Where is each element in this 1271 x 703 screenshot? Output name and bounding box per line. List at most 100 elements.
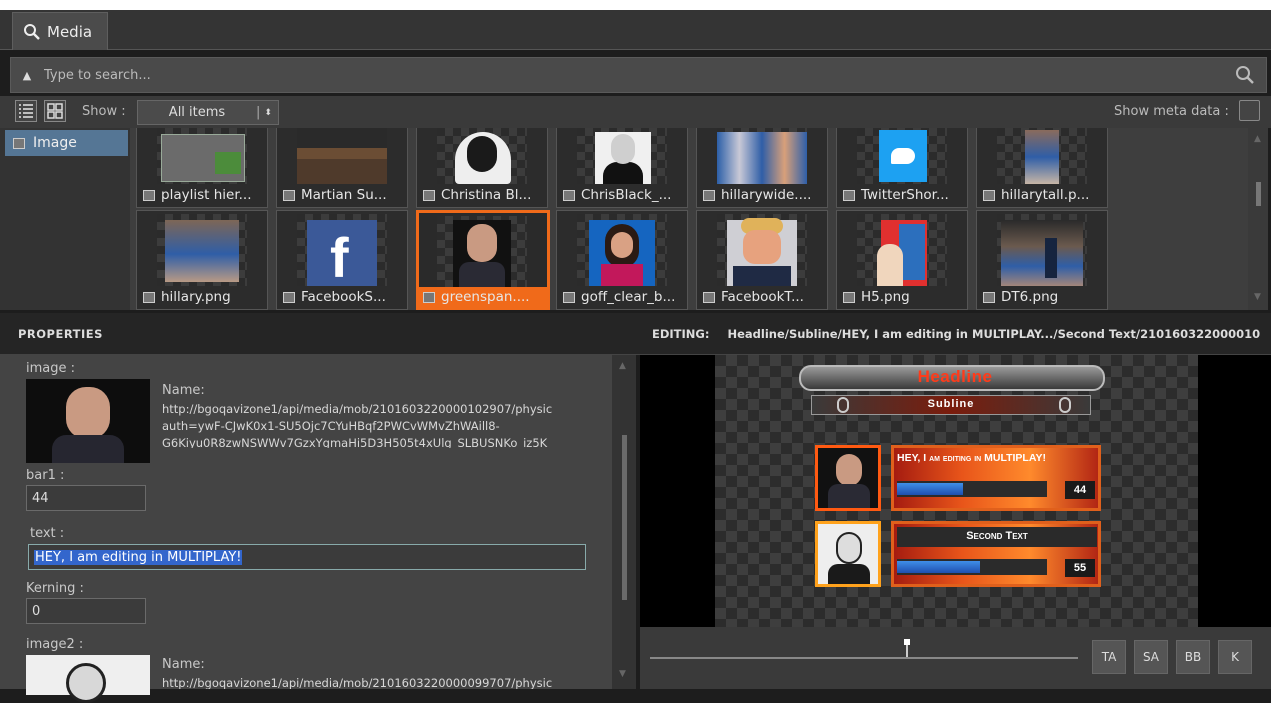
media-tile-selected[interactable]: greenspan....: [416, 210, 550, 310]
editing-path: Headline/Subline/HEY, I am editing in MU…: [727, 326, 1261, 341]
tile-label: TwitterShor...: [861, 187, 949, 203]
thumbnail: [857, 128, 947, 184]
row2-text: Second Text: [966, 530, 1028, 542]
thumbnail: [157, 128, 247, 184]
list-icon: [19, 104, 33, 118]
media-tile[interactable]: playlist hier...: [136, 128, 268, 208]
media-tile[interactable]: Christina Bl...: [416, 128, 548, 208]
thumbnail: [577, 214, 667, 286]
grid-view-button[interactable]: [44, 100, 66, 122]
thumbnail: [577, 128, 667, 184]
media-tile[interactable]: FacebookT...: [696, 210, 828, 310]
row1-bar-fill: [897, 483, 963, 495]
row1-photo: [815, 445, 881, 511]
image-icon: [563, 189, 575, 201]
media-grid: playlist hier... Martian Su... Christina…: [130, 128, 1248, 310]
window-top-strip: [0, 0, 1271, 10]
image-icon: [703, 291, 715, 303]
bracket-right-icon: [1059, 397, 1071, 413]
headline-text: Headline: [917, 367, 993, 386]
search-button[interactable]: [1232, 62, 1258, 88]
image-url-line2: auth=ywF-CJwK0x1-SU5Ojc7CYuHBqf2PWCvWMvZ…: [162, 419, 500, 433]
tile-label: playlist hier...: [161, 187, 252, 203]
media-tile[interactable]: f FacebookS...: [276, 210, 408, 310]
tab-bar: [0, 10, 1271, 50]
scroll-down-icon[interactable]: ▼: [619, 669, 626, 679]
search-input[interactable]: [44, 60, 1224, 90]
media-tile[interactable]: hillary.png: [136, 210, 268, 310]
show-filter-select[interactable]: All items | ⬍: [137, 100, 279, 125]
kerning-field[interactable]: 0: [26, 598, 146, 624]
kerning-label: Kerning :: [26, 581, 84, 596]
image2-name-label: Name:: [162, 657, 205, 672]
timeline-button-ta[interactable]: TA: [1092, 640, 1126, 674]
row2-bar-fill: [897, 561, 980, 573]
image-icon: [283, 291, 295, 303]
tab-media-label: Media: [47, 22, 93, 41]
graphic-canvas[interactable]: Headline Subline HEY, I am editing in MU…: [715, 355, 1198, 627]
row1-text: HEY, I am editing in MULTIPLAY!: [897, 452, 1046, 464]
tile-label: ChrisBlack_...: [581, 187, 672, 203]
timeline-button-sa[interactable]: SA: [1134, 640, 1168, 674]
scroll-up-icon[interactable]: ▲: [619, 361, 626, 371]
properties-scrollbar[interactable]: ▲ ▼: [612, 355, 636, 689]
properties-header: PROPERTIES: [0, 313, 636, 355]
bracket-left-icon: [837, 397, 849, 413]
show-label: Show :: [82, 104, 126, 119]
list-view-button[interactable]: [15, 100, 37, 122]
media-tile[interactable]: hillarytall.p...: [976, 128, 1108, 208]
row1-value: 44: [1065, 481, 1095, 499]
media-tile[interactable]: ChrisBlack_...: [556, 128, 688, 208]
image2-url: http://bgoqavizone1/api/media/mob/210160…: [162, 676, 553, 689]
sort-spinner-icon[interactable]: ▲: [14, 61, 40, 89]
thumbnail: f: [297, 214, 387, 286]
tile-label: H5.png: [861, 289, 910, 305]
image-icon: [423, 189, 435, 201]
image-icon: [143, 291, 155, 303]
scroll-up-icon[interactable]: ▲: [1254, 134, 1261, 144]
media-tile[interactable]: Martian Su...: [276, 128, 408, 208]
image-icon: [143, 189, 155, 201]
text-field[interactable]: HEY, I am editing in MULTIPLAY!: [28, 544, 586, 570]
grid-scrollbar[interactable]: ▲ ▼: [1248, 128, 1268, 310]
magnifier-icon: [1236, 66, 1254, 84]
image-url-line3: G6Kiyu0R8zwNSWWv7GzxYgmaHi5D3H505t4xUlg_…: [162, 436, 548, 448]
grid-icon: [47, 103, 63, 119]
search-icon: [24, 23, 40, 40]
image-label: image :: [26, 361, 76, 376]
timeline-button-bb[interactable]: BB: [1176, 640, 1210, 674]
playhead-line: [906, 645, 908, 657]
show-meta-label: Show meta data :: [1114, 104, 1229, 119]
image2-label: image2 :: [26, 637, 84, 652]
image-icon: [13, 137, 25, 149]
image2-preview[interactable]: [26, 655, 150, 703]
category-item-image[interactable]: Image: [5, 130, 128, 156]
media-tile[interactable]: goff_clear_b...: [556, 210, 688, 310]
tile-label: Martian Su...: [301, 187, 387, 203]
tile-label: greenspan....: [441, 289, 530, 305]
tab-media[interactable]: Media: [12, 12, 108, 50]
image-preview[interactable]: [26, 379, 150, 463]
show-filter-value: All items: [168, 105, 226, 120]
timeline-button-k[interactable]: K: [1218, 640, 1252, 674]
image-icon: [983, 291, 995, 303]
scroll-thumb[interactable]: [1256, 182, 1261, 206]
scroll-down-icon[interactable]: ▼: [1254, 292, 1261, 302]
media-tile[interactable]: hillarywide....: [696, 128, 828, 208]
show-meta-checkbox[interactable]: [1239, 100, 1260, 121]
text-label: text :: [30, 526, 65, 541]
select-divider: |: [256, 105, 261, 120]
bar1-field[interactable]: 44: [26, 485, 146, 511]
media-tile[interactable]: DT6.png: [976, 210, 1108, 310]
image-icon: [983, 189, 995, 201]
editing-label: EDITING:: [652, 326, 710, 341]
row2-photo: [815, 521, 881, 587]
thumbnail: [997, 128, 1087, 184]
media-tile[interactable]: H5.png: [836, 210, 968, 310]
editing-header: EDITING: Headline/Subline/HEY, I am edit…: [636, 313, 1271, 355]
image-icon: [703, 189, 715, 201]
tile-label: hillarytall.p...: [1001, 187, 1090, 203]
tile-label: Christina Bl...: [441, 187, 532, 203]
media-tile[interactable]: TwitterShor...: [836, 128, 968, 208]
scroll-thumb[interactable]: [622, 435, 627, 600]
